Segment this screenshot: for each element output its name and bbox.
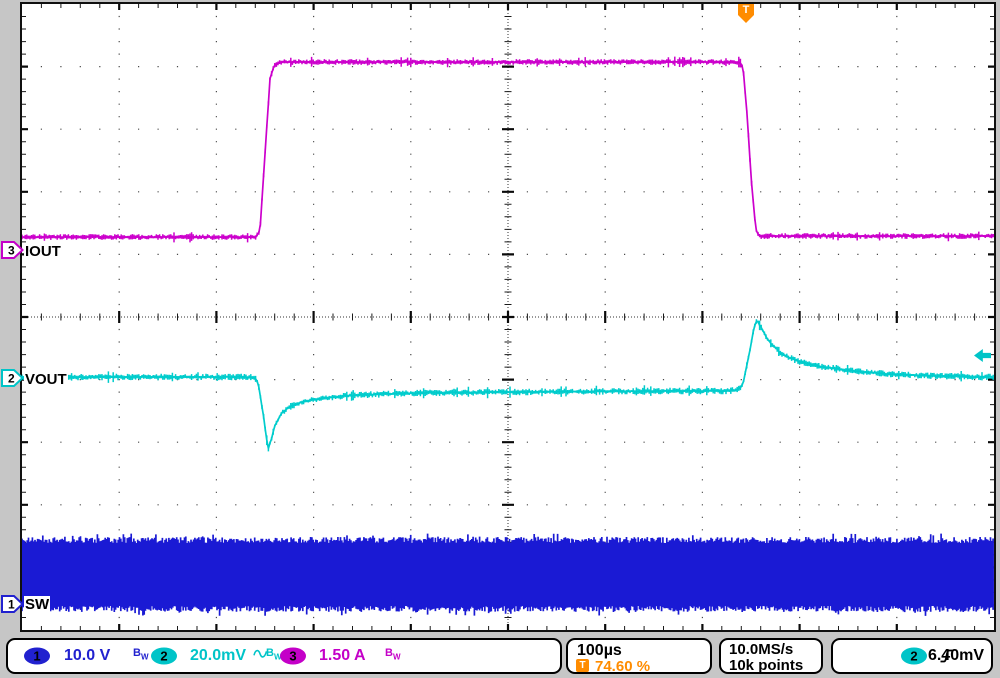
acquisition-box: 10.0MS/s 10k points (719, 638, 823, 674)
channel-1-position-marker: 1 (1, 595, 24, 613)
ch3-scale-readout: 1.50 A (319, 647, 366, 664)
channel-3-position-marker: 3 (1, 241, 24, 259)
trigger-source-badge: 2 (901, 647, 927, 665)
bw-w: W (392, 652, 401, 662)
ch1-badge: 1 (24, 647, 50, 665)
channel-3-marker-number: 3 (8, 244, 15, 258)
trigger-position-icon: T (576, 659, 589, 672)
timebase-box: 100µs T 74.60 % (566, 638, 712, 675)
bw-b: B (266, 647, 274, 660)
bw-w: W (140, 652, 149, 662)
channel-1-marker-number: 1 (8, 598, 15, 612)
channel-readouts-box: 1 10.0 V BW 2 20.0mV BW 3 1.50 A BW (6, 638, 562, 674)
ch3-bandwidth-limit-icon: BW (385, 647, 401, 661)
trigger-position-value: 74.60 % (595, 658, 651, 675)
trigger-box: 2 6.40mV (831, 638, 993, 674)
channel-2-position-marker: 2 (1, 369, 24, 387)
ch2-badge: 2 (151, 647, 177, 665)
bw-b: B (385, 647, 393, 660)
graticule (20, 2, 996, 632)
ch3-badge: 3 (280, 647, 306, 665)
sw-trace-label: SW (24, 596, 51, 613)
iout-trace-label: IOUT (24, 243, 62, 260)
channel-2-marker-number: 2 (8, 372, 15, 386)
ch1-scale-readout: 10.0 V (64, 647, 111, 664)
ch2-scale-readout: 20.0mV (190, 647, 247, 664)
sample-rate-readout: 10.0MS/s (729, 641, 794, 658)
waveform-plot (22, 4, 994, 630)
trigger-level-value: 6.40mV (927, 647, 984, 664)
bw-b: B (133, 647, 141, 660)
record-length-readout: 10k points (729, 657, 804, 674)
vout-trace-label: VOUT (24, 371, 68, 388)
ch1-bandwidth-limit-icon: BW (133, 647, 149, 661)
oscilloscope-screen: 3 IOUT 2 VOUT 1 SW T 1 10.0 V BW 2 20.0m… (0, 0, 1000, 678)
